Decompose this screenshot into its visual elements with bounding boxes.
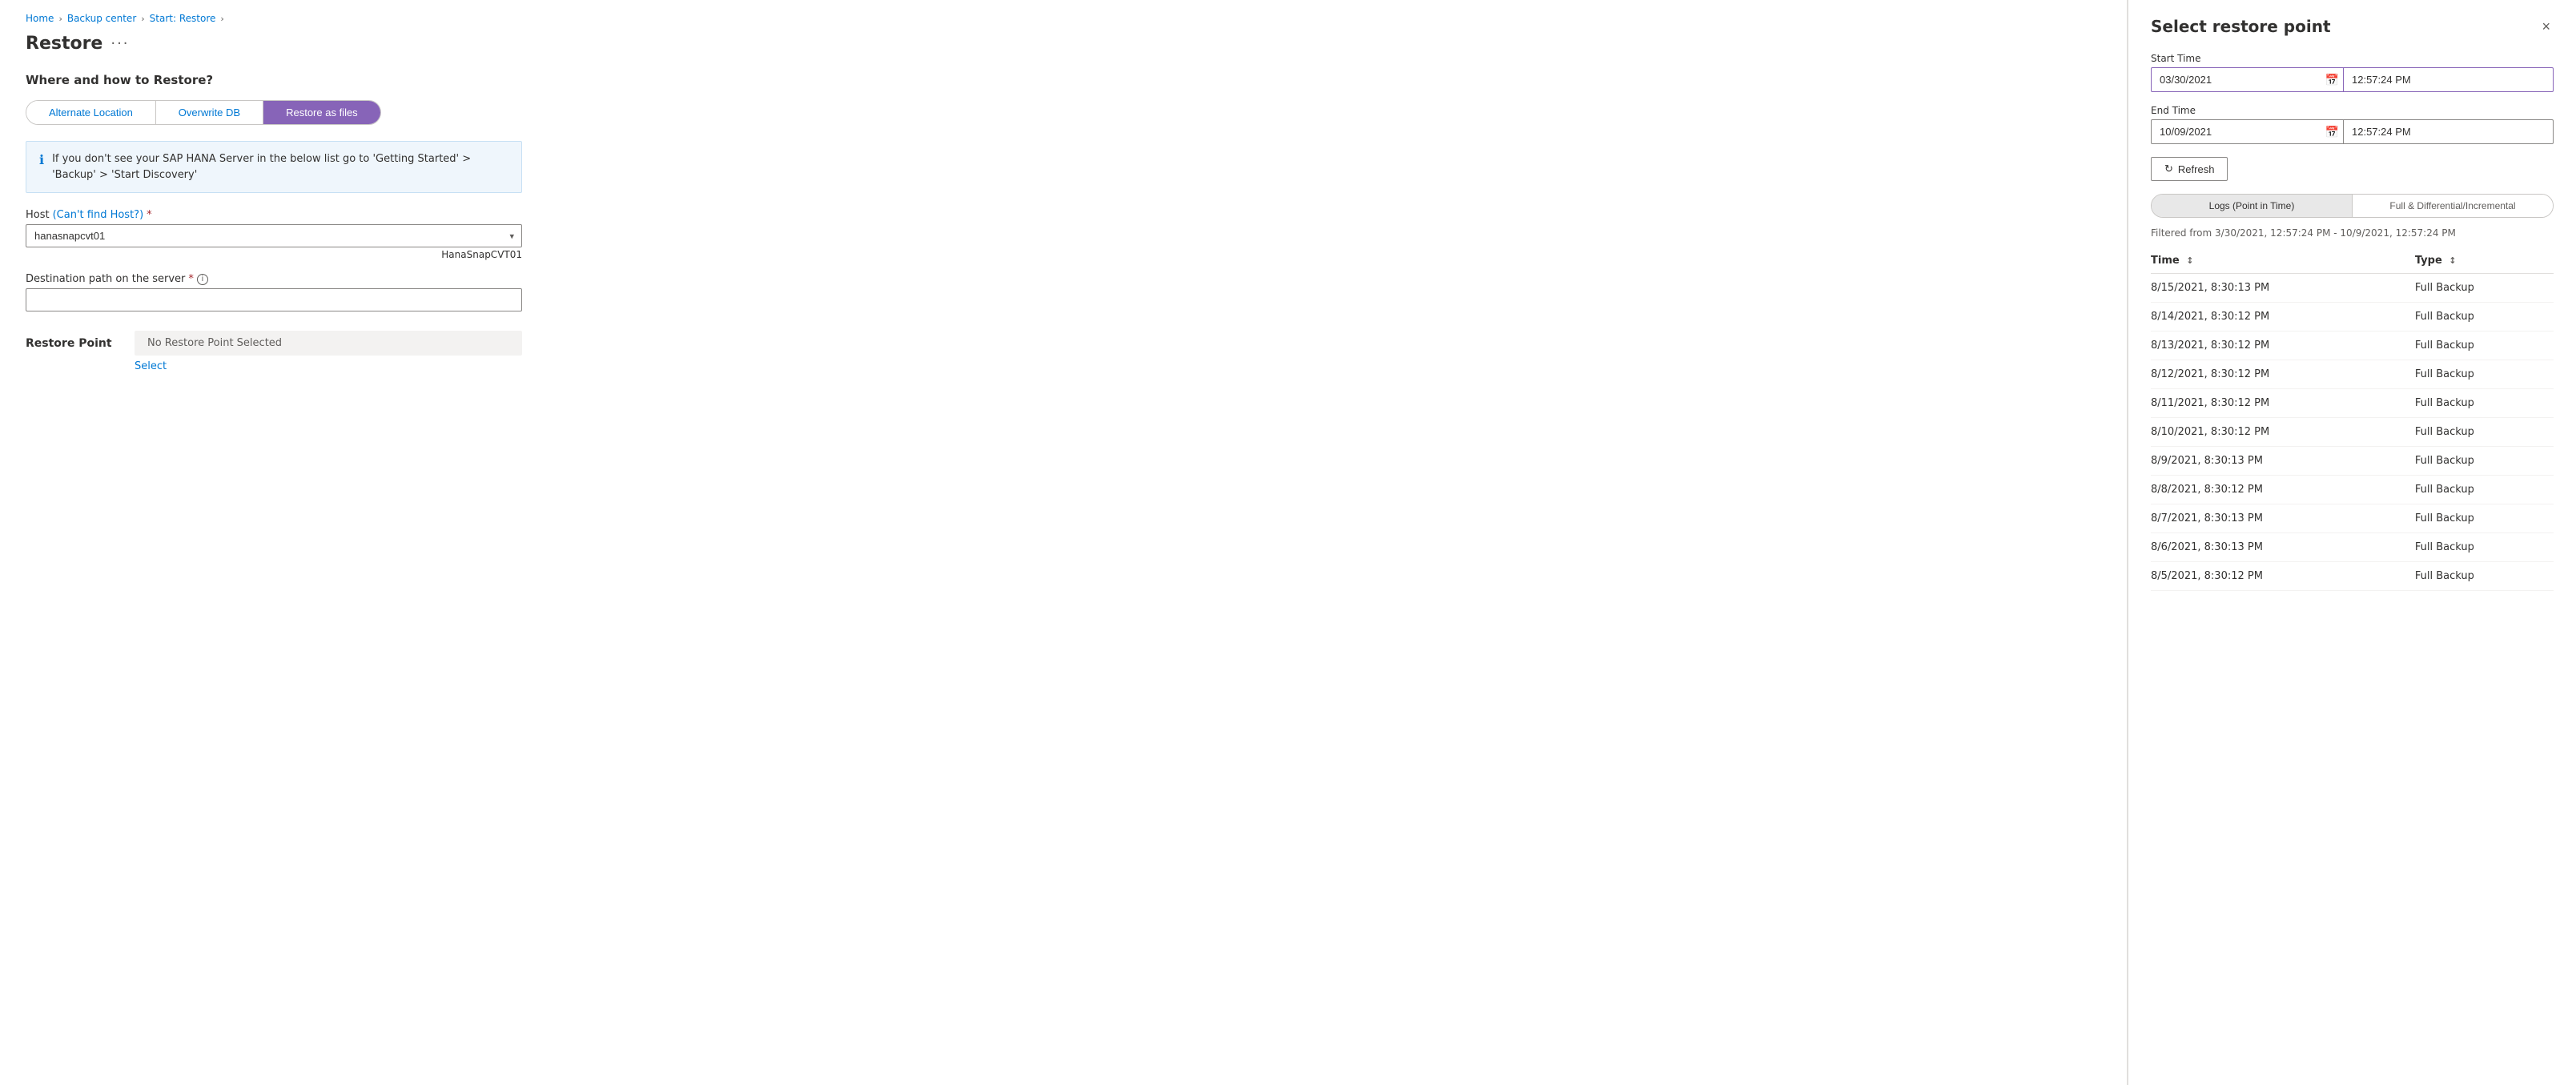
destination-required-star: * xyxy=(188,273,194,285)
table-row[interactable]: 8/15/2021, 8:30:13 PMFull Backup xyxy=(2151,274,2554,303)
panel-header: Select restore point × xyxy=(2151,16,2554,37)
page-title-row: Restore ··· xyxy=(26,34,2101,54)
tab-restore-as-files[interactable]: Restore as files xyxy=(263,101,380,124)
end-date-wrapper: 📅 xyxy=(2151,119,2344,144)
breadcrumb-sep-3: › xyxy=(220,14,223,24)
section-heading: Where and how to Restore? xyxy=(26,73,2101,87)
restore-point-section: Restore Point No Restore Point Selected … xyxy=(26,331,522,372)
start-time-row: 📅 xyxy=(2151,67,2554,92)
cell-time: 8/6/2021, 8:30:13 PM xyxy=(2151,533,2415,562)
breadcrumb-home[interactable]: Home xyxy=(26,13,54,24)
more-options-icon[interactable]: ··· xyxy=(111,35,129,52)
table-row[interactable]: 8/13/2021, 8:30:12 PMFull Backup xyxy=(2151,332,2554,360)
cell-type: Full Backup xyxy=(2415,504,2554,533)
start-date-wrapper: 📅 xyxy=(2151,67,2344,92)
breadcrumb-start-restore[interactable]: Start: Restore xyxy=(150,13,216,24)
end-time-row: 📅 xyxy=(2151,119,2554,144)
cell-time: 8/11/2021, 8:30:12 PM xyxy=(2151,389,2415,418)
cell-type: Full Backup xyxy=(2415,418,2554,447)
cell-type: Full Backup xyxy=(2415,332,2554,360)
start-calendar-icon[interactable]: 📅 xyxy=(2325,73,2339,86)
cell-time: 8/5/2021, 8:30:12 PM xyxy=(2151,562,2415,591)
destination-info-icon[interactable]: i xyxy=(197,274,208,285)
tab-alternate-location[interactable]: Alternate Location xyxy=(26,101,156,124)
page-title: Restore xyxy=(26,34,102,54)
cell-time: 8/12/2021, 8:30:12 PM xyxy=(2151,360,2415,389)
table-row[interactable]: 8/8/2021, 8:30:12 PMFull Backup xyxy=(2151,476,2554,504)
cell-time: 8/13/2021, 8:30:12 PM xyxy=(2151,332,2415,360)
cell-type: Full Backup xyxy=(2415,360,2554,389)
refresh-label: Refresh xyxy=(2178,163,2215,175)
host-select[interactable]: hanasnapcvt01 xyxy=(26,224,522,247)
start-time-label: Start Time xyxy=(2151,53,2554,64)
end-time-label: End Time xyxy=(2151,105,2554,116)
host-cant-find-link[interactable]: (Can't find Host?) xyxy=(53,209,144,221)
cell-type: Full Backup xyxy=(2415,303,2554,332)
select-restore-point-link[interactable]: Select xyxy=(135,360,167,372)
restore-point-row: Restore Point No Restore Point Selected xyxy=(26,331,522,356)
end-time-section: End Time 📅 xyxy=(2151,105,2554,144)
cell-type: Full Backup xyxy=(2415,447,2554,476)
breadcrumb-backup-center[interactable]: Backup center xyxy=(67,13,136,24)
host-hint: HanaSnapCVT01 xyxy=(26,249,522,260)
cell-time: 8/8/2021, 8:30:12 PM xyxy=(2151,476,2415,504)
toggle-logs[interactable]: Logs (Point in Time) xyxy=(2152,195,2353,217)
cell-type: Full Backup xyxy=(2415,389,2554,418)
cell-time: 8/9/2021, 8:30:13 PM xyxy=(2151,447,2415,476)
host-select-wrapper: hanasnapcvt01 ▾ xyxy=(26,224,522,247)
restore-point-value: No Restore Point Selected xyxy=(135,331,522,356)
destination-input[interactable] xyxy=(26,288,522,311)
cell-time: 8/7/2021, 8:30:13 PM xyxy=(2151,504,2415,533)
end-calendar-icon[interactable]: 📅 xyxy=(2325,125,2339,139)
cell-time: 8/10/2021, 8:30:12 PM xyxy=(2151,418,2415,447)
host-field-group: Host (Can't find Host?) * hanasnapcvt01 … xyxy=(26,209,522,260)
cell-type: Full Backup xyxy=(2415,562,2554,591)
right-panel: Select restore point × Start Time 📅 End … xyxy=(2128,0,2576,1085)
time-sort-icon: ↕ xyxy=(2186,255,2193,266)
tab-overwrite-db[interactable]: Overwrite DB xyxy=(156,101,263,124)
cell-time: 8/15/2021, 8:30:13 PM xyxy=(2151,274,2415,303)
cell-time: 8/14/2021, 8:30:12 PM xyxy=(2151,303,2415,332)
cell-type: Full Backup xyxy=(2415,274,2554,303)
start-date-input[interactable] xyxy=(2151,67,2344,92)
cell-type: Full Backup xyxy=(2415,476,2554,504)
end-time-input[interactable] xyxy=(2344,119,2554,144)
info-box: ℹ If you don't see your SAP HANA Server … xyxy=(26,141,522,193)
info-text: If you don't see your SAP HANA Server in… xyxy=(52,151,508,183)
breadcrumb-sep-2: › xyxy=(141,14,144,24)
destination-label: Destination path on the server * i xyxy=(26,273,522,285)
refresh-icon: ↻ xyxy=(2164,163,2173,175)
destination-field-group: Destination path on the server * i xyxy=(26,273,522,311)
breadcrumb-sep-1: › xyxy=(58,14,62,24)
cell-type: Full Backup xyxy=(2415,533,2554,562)
table-row[interactable]: 8/10/2021, 8:30:12 PMFull Backup xyxy=(2151,418,2554,447)
panel-title: Select restore point xyxy=(2151,17,2331,36)
filter-text: Filtered from 3/30/2021, 12:57:24 PM - 1… xyxy=(2151,227,2554,239)
type-sort-icon: ↕ xyxy=(2449,255,2456,266)
toggle-full-diff[interactable]: Full & Differential/Incremental xyxy=(2353,195,2553,217)
restore-point-label: Restore Point xyxy=(26,337,122,350)
close-button[interactable]: × xyxy=(2538,16,2554,37)
table-row[interactable]: 8/9/2021, 8:30:13 PMFull Backup xyxy=(2151,447,2554,476)
left-panel: Home › Backup center › Start: Restore › … xyxy=(0,0,2128,1085)
table-row[interactable]: 8/7/2021, 8:30:13 PMFull Backup xyxy=(2151,504,2554,533)
info-icon: ℹ xyxy=(39,152,44,167)
column-header-type[interactable]: Type ↕ xyxy=(2415,248,2554,274)
table-row[interactable]: 8/11/2021, 8:30:12 PMFull Backup xyxy=(2151,389,2554,418)
restore-points-table: Time ↕ Type ↕ 8/15/2021, 8:30:13 PMFull … xyxy=(2151,248,2554,591)
start-time-section: Start Time 📅 xyxy=(2151,53,2554,92)
start-time-input[interactable] xyxy=(2344,67,2554,92)
breadcrumb: Home › Backup center › Start: Restore › xyxy=(26,13,2101,24)
table-row[interactable]: 8/5/2021, 8:30:12 PMFull Backup xyxy=(2151,562,2554,591)
table-row[interactable]: 8/6/2021, 8:30:13 PMFull Backup xyxy=(2151,533,2554,562)
table-row[interactable]: 8/14/2021, 8:30:12 PMFull Backup xyxy=(2151,303,2554,332)
end-date-input[interactable] xyxy=(2151,119,2344,144)
host-label: Host (Can't find Host?) * xyxy=(26,209,522,221)
restore-tab-group: Alternate Location Overwrite DB Restore … xyxy=(26,100,381,125)
host-required-star: * xyxy=(147,209,152,221)
backup-type-toggle: Logs (Point in Time) Full & Differential… xyxy=(2151,194,2554,218)
column-header-time[interactable]: Time ↕ xyxy=(2151,248,2415,274)
table-row[interactable]: 8/12/2021, 8:30:12 PMFull Backup xyxy=(2151,360,2554,389)
refresh-button[interactable]: ↻ Refresh xyxy=(2151,157,2228,181)
